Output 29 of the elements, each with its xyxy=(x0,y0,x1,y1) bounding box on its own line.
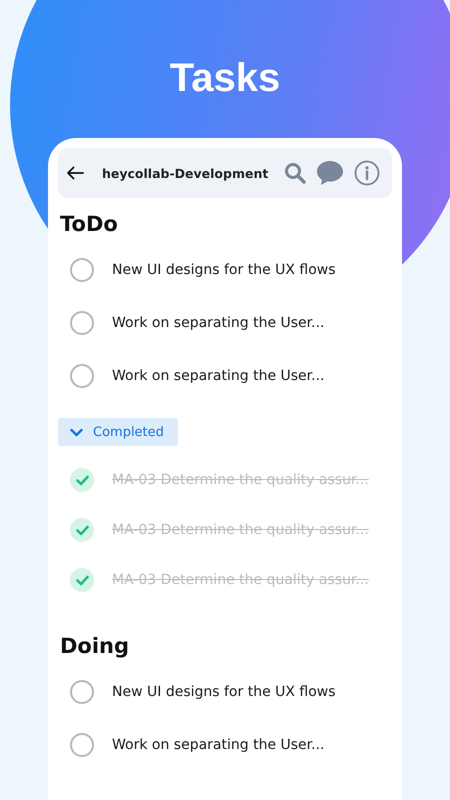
headline: Tasks xyxy=(170,55,280,101)
completed-toggle[interactable]: Completed xyxy=(58,418,178,446)
back-arrow-icon[interactable] xyxy=(66,166,84,180)
check-icon xyxy=(76,524,88,536)
task-checkbox[interactable] xyxy=(70,311,94,335)
task-checkbox[interactable] xyxy=(70,258,94,282)
checked-checkbox[interactable] xyxy=(70,468,94,492)
task-checkbox[interactable] xyxy=(70,733,94,757)
chat-bubble-icon[interactable] xyxy=(316,160,344,186)
task-checkbox[interactable] xyxy=(70,364,94,388)
checked-checkbox[interactable] xyxy=(70,568,94,592)
channel-title: heycollab-Development xyxy=(102,166,270,180)
check-icon xyxy=(76,474,88,486)
task-text: New UI designs for the UX flows xyxy=(112,262,336,278)
task-text: MA-03 Determine the quality assur... xyxy=(112,472,369,488)
task-text: MA-03 Determine the quality assur... xyxy=(112,572,369,588)
section-heading: Doing xyxy=(60,634,130,658)
chevron-icon xyxy=(70,428,83,436)
section-heading: ToDo xyxy=(60,212,118,236)
task-text: Work on separating the User... xyxy=(112,315,324,331)
info-icon[interactable] xyxy=(354,160,380,186)
task-checkbox[interactable] xyxy=(70,680,94,704)
task-text: New UI designs for the UX flows xyxy=(112,684,336,700)
task-text: Work on separating the User... xyxy=(112,368,324,384)
checked-checkbox[interactable] xyxy=(70,518,94,542)
task-text: MA-03 Determine the quality assur... xyxy=(112,522,369,538)
check-icon xyxy=(76,574,88,586)
task-text: Work on separating the User... xyxy=(112,737,324,753)
search-icon[interactable] xyxy=(284,162,306,184)
